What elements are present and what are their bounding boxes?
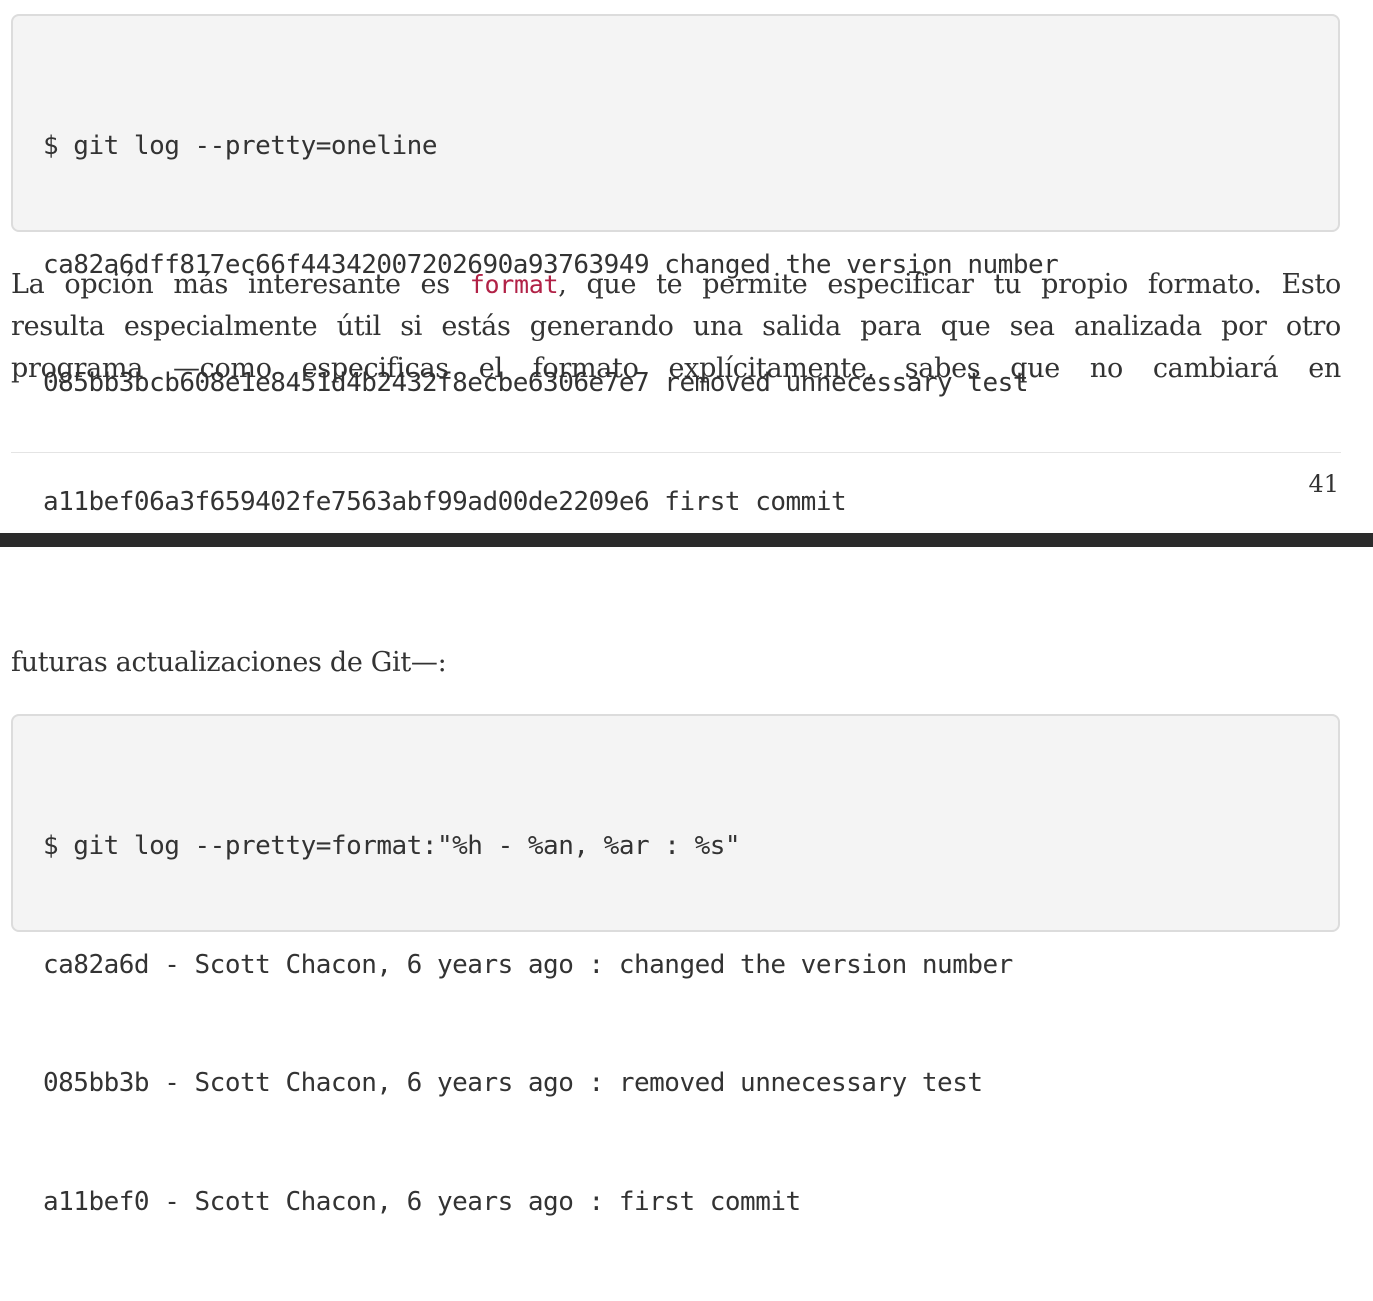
paragraph-continuation: futuras actualizaciones de Git—:: [11, 647, 447, 678]
page-number: 41: [1308, 470, 1339, 498]
code-line: ca82a6d - Scott Chacon, 6 years ago : ch…: [43, 949, 1013, 980]
code-line: a11bef0 - Scott Chacon, 6 years ago : fi…: [43, 1186, 801, 1217]
paragraph-line: La opción más interesante es format, que…: [11, 264, 1341, 306]
code-line: $ git log --pretty=format:"%h - %an, %ar…: [43, 831, 741, 861]
page-separator: [0, 533, 1373, 547]
inline-code-format: format: [469, 270, 559, 299]
paragraph-text: La opción más interesante es: [11, 269, 470, 300]
paragraph-format-option: La opción más interesante es format, que…: [11, 264, 1341, 390]
code-line: a11bef06a3f659402fe7563abf99ad00de2209e6…: [43, 486, 847, 517]
footer-divider: [11, 452, 1341, 453]
code-block-git-log-oneline: $ git log --pretty=oneline ca82a6dff817e…: [11, 14, 1340, 517]
code-line: $ git log --pretty=oneline: [43, 131, 438, 161]
paragraph-line: resulta especialmente útil si estás gene…: [11, 311, 1341, 342]
code-lines: $ git log --pretty=format:"%h - %an, %ar…: [43, 748, 1013, 1301]
paragraph-line: programa —como especificas el formato ex…: [11, 353, 1341, 384]
paragraph-text: , que te permite especificar tu propio f…: [558, 269, 1341, 300]
code-block-git-log-format: $ git log --pretty=format:"%h - %an, %ar…: [11, 714, 1340, 1217]
code-line: 085bb3b - Scott Chacon, 6 years ago : re…: [43, 1068, 983, 1098]
